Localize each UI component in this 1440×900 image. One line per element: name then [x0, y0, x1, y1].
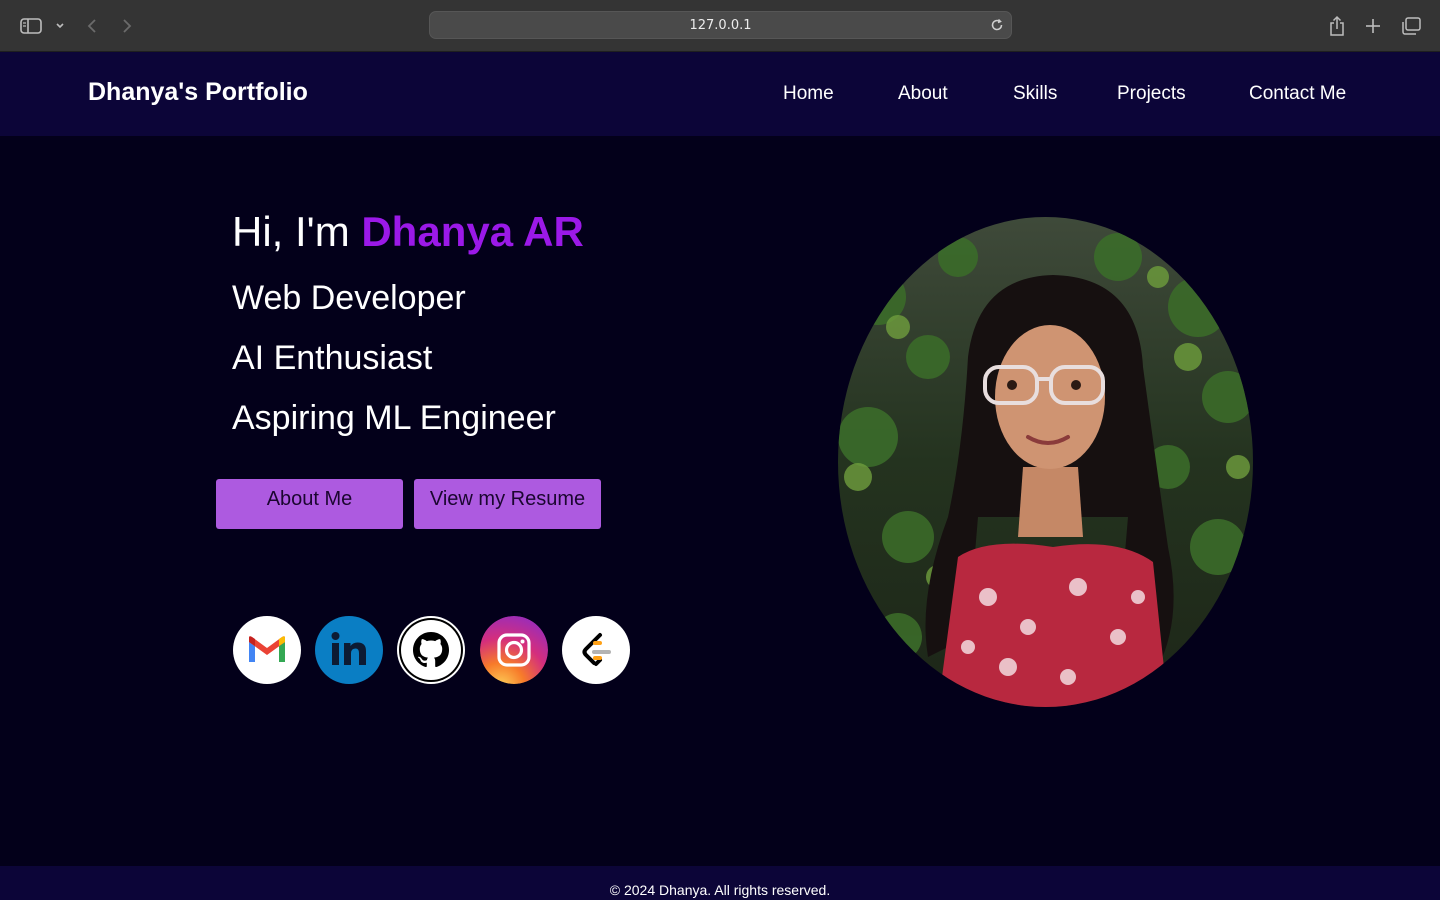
instagram-icon[interactable]	[480, 616, 548, 684]
brand-logo[interactable]: Dhanya's Portfolio	[88, 78, 308, 107]
view-resume-button[interactable]: View my Resume	[414, 479, 601, 529]
role-ml-engineer: Aspiring ML Engineer	[232, 399, 556, 437]
greeting-text: Hi, I'm	[232, 208, 362, 255]
about-me-button[interactable]: About Me	[216, 479, 403, 529]
gmail-icon[interactable]	[233, 616, 301, 684]
reload-icon[interactable]	[989, 17, 1005, 33]
footer: © 2024 Dhanya. All rights reserved.	[0, 866, 1440, 900]
chevron-down-icon[interactable]	[52, 14, 68, 38]
nav-link-projects[interactable]: Projects	[1117, 83, 1186, 105]
leetcode-icon[interactable]	[562, 616, 630, 684]
hero-name: Dhanya AR	[361, 208, 584, 255]
forward-icon[interactable]	[117, 14, 137, 38]
browser-toolbar: 127.0.0.1	[0, 0, 1440, 52]
nav-link-skills[interactable]: Skills	[1013, 83, 1057, 105]
plus-icon[interactable]	[1362, 14, 1384, 38]
role-ai-enthusiast: AI Enthusiast	[232, 339, 433, 377]
profile-photo	[838, 217, 1253, 707]
back-icon[interactable]	[82, 14, 102, 38]
url-text: 127.0.0.1	[689, 18, 752, 33]
nav-link-home[interactable]: Home	[783, 83, 834, 105]
nav-link-contact[interactable]: Contact Me	[1249, 83, 1346, 105]
copyright-text: © 2024 Dhanya. All rights reserved.	[609, 882, 831, 898]
linkedin-icon[interactable]	[315, 616, 383, 684]
hero-heading: Hi, I'm Dhanya AR	[232, 208, 584, 256]
site-navbar: Dhanya's Portfolio Home About Skills Pro…	[0, 52, 1440, 136]
role-web-developer: Web Developer	[232, 279, 466, 317]
sidebar-icon[interactable]	[18, 14, 44, 38]
share-icon[interactable]	[1326, 14, 1348, 38]
github-icon[interactable]	[397, 616, 465, 684]
nav-link-about[interactable]: About	[898, 83, 948, 105]
address-bar[interactable]: 127.0.0.1	[429, 11, 1012, 39]
tabs-icon[interactable]	[1400, 14, 1422, 38]
